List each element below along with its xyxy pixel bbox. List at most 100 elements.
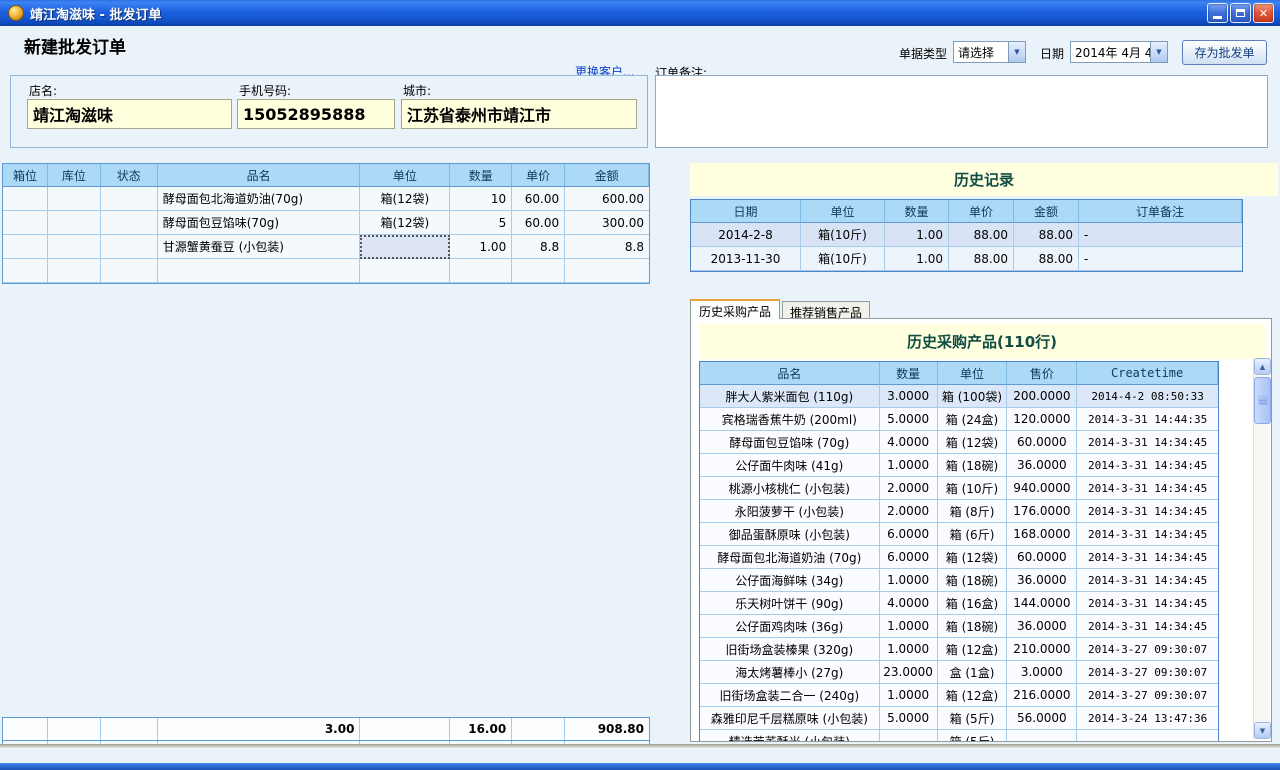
history-table: 日期 单位 数量 单价 金额 订单备注 2014-2-8 箱(10斤) 1.00…	[690, 199, 1243, 272]
product-row[interactable]: 森雅印尼千层糕原味 (小包装) 5.0000 箱 (5斤) 56.0000 20…	[700, 707, 1218, 730]
cell-box[interactable]	[3, 211, 48, 235]
chevron-down-icon[interactable]: ▼	[1150, 42, 1167, 62]
order-row[interactable]: 酵母面包北海道奶油(70g) 箱(12袋) 10 60.00 600.00	[3, 187, 649, 211]
restore-button[interactable]	[1230, 3, 1251, 23]
cell-qty[interactable]	[450, 259, 512, 283]
store-name-field[interactable]: 靖江淘滋味	[27, 99, 232, 129]
doc-type-select[interactable]: 请选择 ▼	[953, 41, 1026, 63]
cell-qty: 1.00	[885, 247, 949, 271]
cell-name: 精选苦荞酥米 (小包装)	[700, 730, 880, 742]
product-row[interactable]: 桃源小核桃仁 (小包装) 2.0000 箱 (10斤) 940.0000 201…	[700, 477, 1218, 500]
cell-qty: 4.0000	[880, 431, 938, 454]
chevron-down-icon[interactable]: ▼	[1008, 42, 1025, 62]
titlebar[interactable]: 靖江淘滋味 - 批发订单 ✕	[0, 0, 1280, 26]
app-icon	[8, 5, 24, 21]
product-row[interactable]: 公仔面鸡肉味 (36g) 1.0000 箱 (18碗) 36.0000 2014…	[700, 615, 1218, 638]
order-row[interactable]: 甘源蟹黄蚕豆 (小包装) 1.00 8.8 8.8	[3, 235, 649, 259]
order-table: 箱位 库位 状态 品名 单位 数量 单价 金额 酵母面包北海道奶油(70g) 箱…	[2, 163, 650, 284]
cell-box[interactable]	[3, 187, 48, 211]
cell-qty[interactable]: 1.00	[450, 235, 512, 259]
cell-store[interactable]	[48, 259, 101, 283]
cell-amount[interactable]: 300.00	[565, 211, 649, 235]
cell-status[interactable]	[101, 235, 158, 259]
product-row[interactable]: 公仔面海鲜味 (34g) 1.0000 箱 (18碗) 36.0000 2014…	[700, 569, 1218, 592]
product-row[interactable]: 海太烤薯棒小 (27g) 23.0000 盒 (1盒) 3.0000 2014-…	[700, 661, 1218, 684]
close-button[interactable]: ✕	[1253, 3, 1274, 23]
product-row[interactable]: 旧街场盒装榛果 (320g) 1.0000 箱 (12盒) 210.0000 2…	[700, 638, 1218, 661]
cell-unit: 箱 (8斤)	[938, 500, 1008, 523]
cell-store[interactable]	[48, 187, 101, 211]
history-row[interactable]: 2014-2-8 箱(10斤) 1.00 88.00 88.00 -	[691, 223, 1242, 247]
cell-store[interactable]	[48, 211, 101, 235]
cell-amount: 88.00	[1014, 247, 1079, 271]
cell-status[interactable]	[101, 211, 158, 235]
col-header: 数量	[450, 164, 512, 187]
cell-price[interactable]: 60.00	[512, 211, 565, 235]
cell-product-name[interactable]	[158, 259, 361, 283]
totals-line-count: 3.00	[158, 718, 361, 740]
cell-createtime: 2014-3-31 14:34:45	[1077, 592, 1218, 615]
product-row[interactable]: 御品蛋酥原味 (小包装) 6.0000 箱 (6斤) 168.0000 2014…	[700, 523, 1218, 546]
col-header: 箱位	[3, 164, 48, 187]
cell-box[interactable]	[3, 259, 48, 283]
product-row[interactable]: 旧街场盒装二合一 (240g) 1.0000 箱 (12盒) 216.0000 …	[700, 684, 1218, 707]
scroll-down-icon[interactable]: ▼	[1254, 722, 1271, 739]
cell-price[interactable]	[512, 259, 565, 283]
order-row[interactable]	[3, 259, 649, 283]
tab-recommended-products[interactable]: 推荐销售产品	[782, 301, 870, 319]
product-row[interactable]: 永阳菠萝干 (小包装) 2.0000 箱 (8斤) 176.0000 2014-…	[700, 500, 1218, 523]
cell-unit[interactable]: 箱(12袋)	[360, 211, 450, 235]
cell-price[interactable]: 60.00	[512, 187, 565, 211]
col-header: Createtime	[1077, 362, 1218, 385]
phone-field[interactable]: 15052895888	[237, 99, 395, 129]
cell-qty[interactable]: 5	[450, 211, 512, 235]
city-label: 城市:	[403, 82, 431, 99]
product-row[interactable]: 乐天树叶饼干 (90g) 4.0000 箱 (16盒) 144.0000 201…	[700, 592, 1218, 615]
cell-name: 乐天树叶饼干 (90g)	[700, 592, 880, 615]
selected-unit-cell[interactable]	[360, 235, 450, 259]
cell-name: 旧街场盒装榛果 (320g)	[700, 638, 880, 661]
tab-history-purchases[interactable]: 历史采购产品	[690, 299, 780, 319]
cell-amount[interactable]: 8.8	[565, 235, 649, 259]
scroll-up-icon[interactable]: ▲	[1254, 358, 1271, 375]
history-row[interactable]: 2013-11-30 箱(10斤) 1.00 88.00 88.00 -	[691, 247, 1242, 271]
product-row[interactable]: 酵母面包北海道奶油 (70g) 6.0000 箱 (12袋) 60.0000 2…	[700, 546, 1218, 569]
app-window: 靖江淘滋味 - 批发订单 ✕ 新建批发订单 单据类型 请选择 ▼ 日期 2014…	[0, 0, 1280, 770]
cell-box[interactable]	[3, 235, 48, 259]
cell-status[interactable]	[101, 259, 158, 283]
cell-unit[interactable]: 箱(12袋)	[360, 187, 450, 211]
products-table: 品名 数量 单位 售价 Createtime 胖大人紫米面包 (110g) 3.…	[699, 361, 1219, 742]
save-wholesale-button[interactable]: 存为批发单	[1182, 40, 1267, 65]
cell-unit: 箱 (5斤)	[938, 730, 1008, 742]
cell-product-name[interactable]: 酵母面包北海道奶油(70g)	[158, 187, 361, 211]
cell-createtime: 2014-3-31 14:34:45	[1077, 523, 1218, 546]
cell-createtime: 2014-3-27 09:30:07	[1077, 638, 1218, 661]
product-row[interactable]: 胖大人紫米面包 (110g) 3.0000 箱 (100袋) 200.0000 …	[700, 385, 1218, 408]
cell-product-name[interactable]: 甘源蟹黄蚕豆 (小包装)	[158, 235, 361, 259]
cell-amount[interactable]: 600.00	[565, 187, 649, 211]
cell-price: 88.00	[949, 223, 1014, 247]
cell-status[interactable]	[101, 187, 158, 211]
products-scrollbar[interactable]: ▲ ▼	[1253, 358, 1270, 739]
product-row-clipped[interactable]: 精选苦荞酥米 (小包装) 箱 (5斤)	[700, 730, 1218, 742]
minimize-button[interactable]	[1207, 3, 1228, 23]
cell-price[interactable]: 8.8	[512, 235, 565, 259]
cell-unit: 箱 (24盒)	[938, 408, 1008, 431]
product-row[interactable]: 酵母面包豆馅味 (70g) 4.0000 箱 (12袋) 60.0000 201…	[700, 431, 1218, 454]
cell-unit[interactable]	[360, 259, 450, 283]
cell-store[interactable]	[48, 235, 101, 259]
cell-unit: 箱 (16盒)	[938, 592, 1008, 615]
date-select[interactable]: 2014年 4月 4日 ▼	[1070, 41, 1168, 63]
cell-product-name[interactable]: 酵母面包豆馅味(70g)	[158, 211, 361, 235]
product-row[interactable]: 公仔面牛肉味 (41g) 1.0000 箱 (18碗) 36.0000 2014…	[700, 454, 1218, 477]
totals-empty	[360, 718, 450, 740]
cell-qty: 1.0000	[880, 638, 938, 661]
cell-amount[interactable]	[565, 259, 649, 283]
city-field[interactable]: 江苏省泰州市靖江市	[401, 99, 637, 129]
scrollbar-thumb[interactable]	[1254, 377, 1271, 424]
product-row[interactable]: 宾格瑞香蕉牛奶 (200ml) 5.0000 箱 (24盒) 120.0000 …	[700, 408, 1218, 431]
order-row[interactable]: 酵母面包豆馅味(70g) 箱(12袋) 5 60.00 300.00	[3, 211, 649, 235]
store-name-label: 店名:	[29, 82, 57, 99]
cell-qty[interactable]: 10	[450, 187, 512, 211]
order-remarks-textarea[interactable]	[655, 75, 1268, 148]
